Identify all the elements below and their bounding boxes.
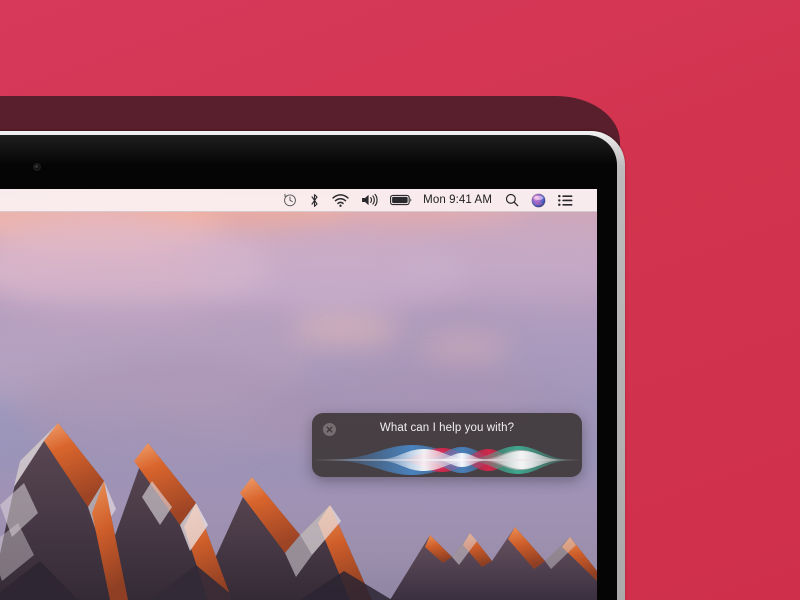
menu-bar-status-items: Mon 9:41 AM [277, 189, 579, 212]
bluetooth-icon[interactable] [303, 189, 326, 212]
menu-bar: Mon 9:41 AM [0, 189, 597, 212]
siri-icon[interactable] [525, 189, 552, 212]
siri-waveform [312, 445, 582, 475]
search-icon[interactable] [499, 189, 525, 212]
desktop-wallpaper [0, 189, 597, 600]
siri-prompt-text: What can I help you with? [379, 422, 515, 434]
notification-center-icon[interactable] [552, 189, 579, 212]
time-machine-icon[interactable] [277, 189, 303, 212]
wallpaper-cloud [290, 315, 400, 345]
screen: What can I help you with? [0, 189, 597, 600]
battery-icon[interactable] [384, 189, 419, 212]
menu-bar-clock[interactable]: Mon 9:41 AM [419, 194, 499, 206]
volume-icon[interactable] [355, 189, 384, 212]
wallpaper-cloud [420, 335, 510, 359]
wifi-icon[interactable] [326, 189, 355, 212]
facetime-camera-icon [33, 163, 41, 171]
siri-panel[interactable]: What can I help you with? [312, 413, 582, 477]
